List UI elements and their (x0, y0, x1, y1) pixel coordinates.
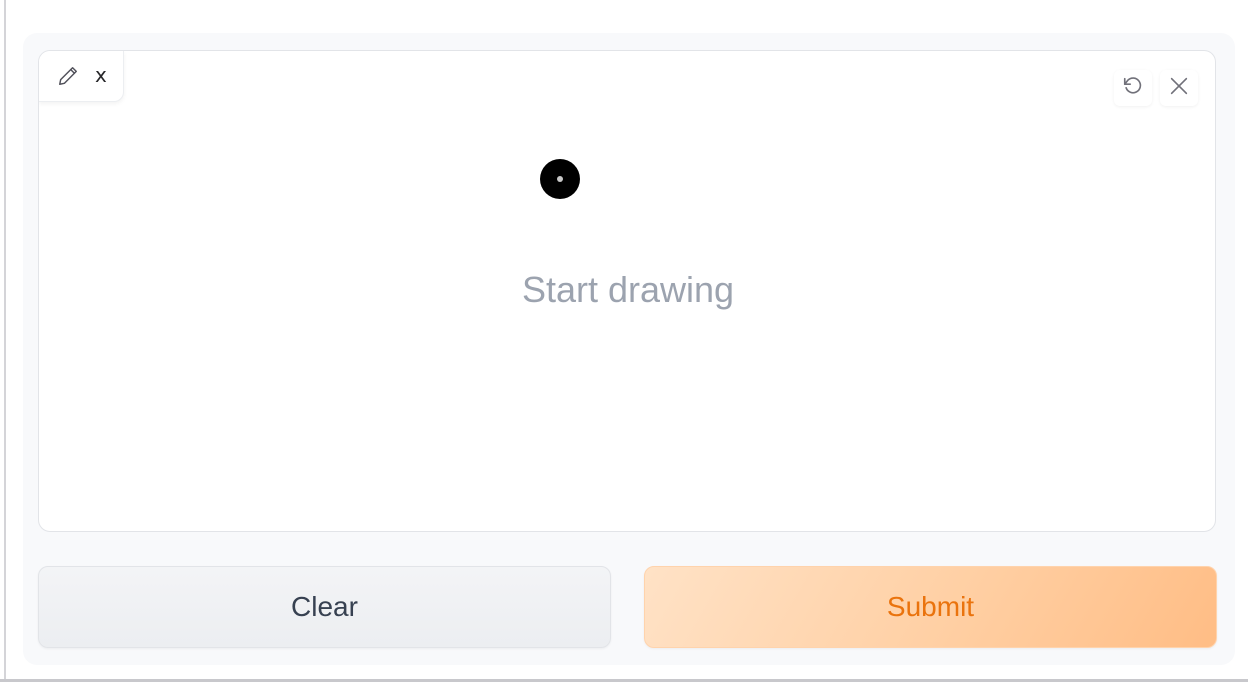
submit-button[interactable]: Submit (644, 566, 1217, 648)
pencil-icon (57, 65, 79, 87)
clear-canvas-button[interactable] (1160, 70, 1198, 106)
canvas-label-chip: x (39, 51, 124, 102)
brush-center-dot (557, 176, 563, 182)
canvas-label: x (95, 63, 107, 87)
drawing-canvas[interactable]: x Start drawing (38, 50, 1216, 532)
close-icon (1168, 75, 1190, 101)
undo-icon (1122, 75, 1144, 101)
undo-button[interactable] (1114, 70, 1152, 106)
brush-cursor-icon (540, 159, 580, 199)
canvas-placeholder: Start drawing (521, 269, 735, 310)
clear-button[interactable]: Clear (38, 566, 611, 648)
page-left-border (4, 0, 6, 682)
